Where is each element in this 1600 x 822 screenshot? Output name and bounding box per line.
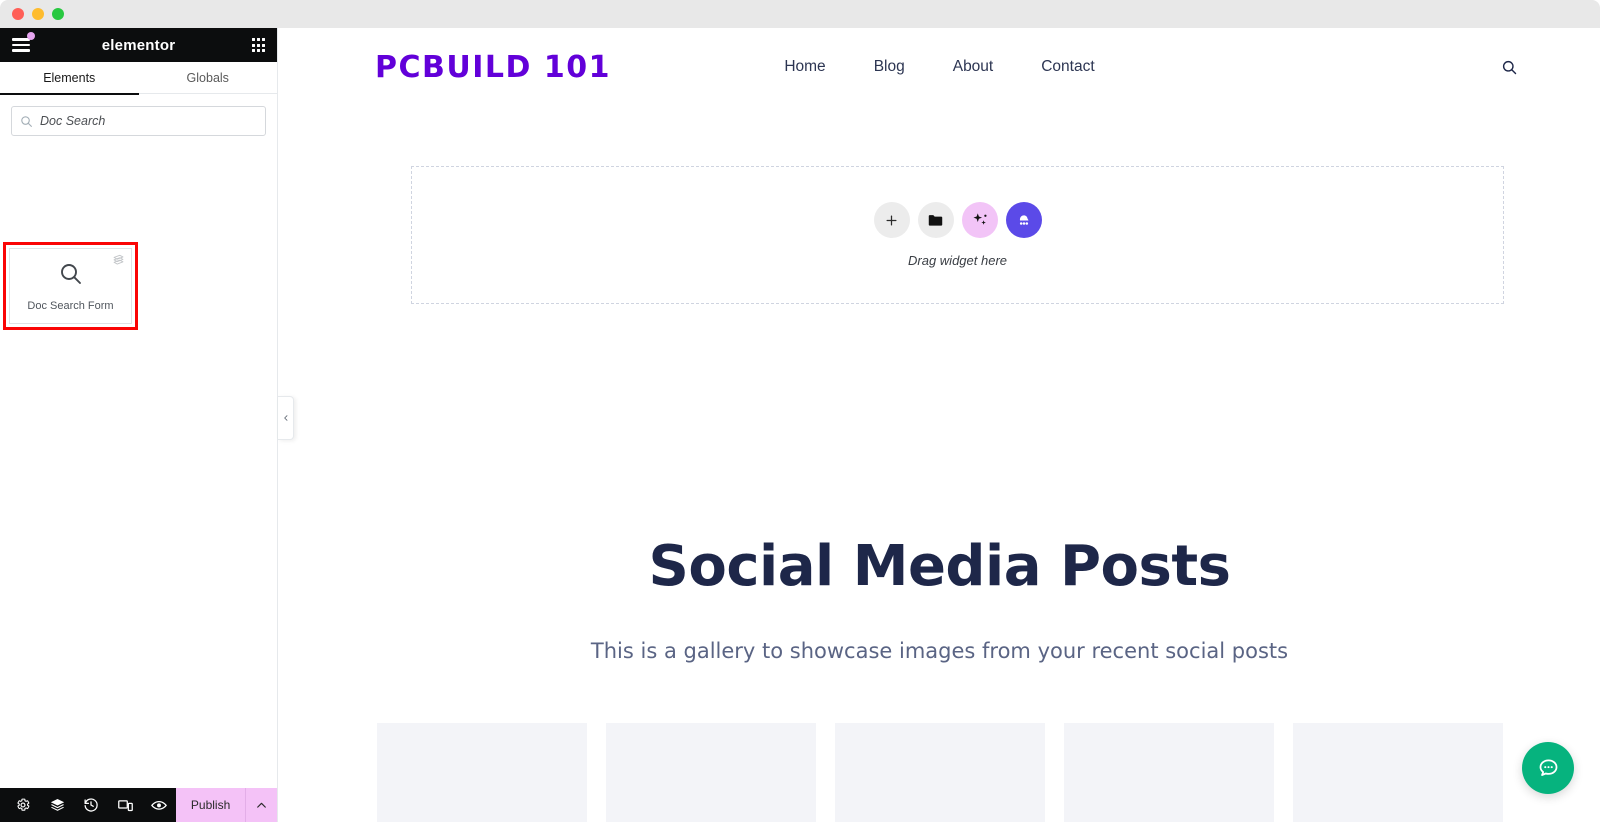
widget-search-box[interactable] xyxy=(11,106,266,136)
nav-item-contact[interactable]: Contact xyxy=(1041,58,1094,76)
responsive-mode-icon[interactable] xyxy=(108,788,142,822)
add-template-button[interactable] xyxy=(917,202,954,238)
hamburger-icon[interactable] xyxy=(12,32,35,55)
nav-item-home[interactable]: Home xyxy=(784,58,825,76)
plus-icon xyxy=(886,215,897,225)
elementor-editor-window: elementor Elements Globals Doc Search Do… xyxy=(0,0,1600,822)
magnifier-icon xyxy=(59,262,83,291)
widget-highlight-box: Doc Search Form xyxy=(3,242,138,330)
nav-item-blog[interactable]: Blog xyxy=(874,58,905,76)
elementor-left-panel: elementor Elements Globals Doc Search Do… xyxy=(0,28,278,822)
window-close-button[interactable] xyxy=(12,8,24,20)
elementor-apps-icon xyxy=(1019,215,1028,225)
chat-widget-button[interactable] xyxy=(1522,742,1574,794)
folder-icon xyxy=(928,214,943,226)
history-clock-icon[interactable] xyxy=(74,788,108,822)
elementor-brand-label: elementor xyxy=(101,36,176,54)
gallery-item[interactable] xyxy=(376,723,587,822)
preview-eye-icon[interactable] xyxy=(142,788,176,822)
preview-canvas: PCBUILD 101 Home Blog About Contact Drag… xyxy=(279,28,1600,822)
settings-gear-icon[interactable] xyxy=(6,788,40,822)
social-media-section: Social Media Posts This is a gallery to … xyxy=(279,534,1600,822)
window-maximize-button[interactable] xyxy=(52,8,64,20)
dropzone-label: Drag widget here xyxy=(908,253,1007,268)
widget-doc-search-form[interactable]: Doc Search Form xyxy=(9,248,132,324)
publish-options-chevron-up-icon[interactable] xyxy=(245,788,277,822)
section-subtitle: This is a gallery to showcase images fro… xyxy=(590,639,1289,663)
add-element-button[interactable] xyxy=(873,202,910,238)
publish-button[interactable]: Publish xyxy=(176,788,246,822)
panel-collapse-handle[interactable] xyxy=(278,396,294,440)
site-header: PCBUILD 101 Home Blog About Contact xyxy=(279,28,1600,106)
apps-button[interactable] xyxy=(1005,202,1042,238)
search-icon xyxy=(21,115,32,127)
search-input[interactable] xyxy=(40,114,257,128)
navigator-layers-icon[interactable] xyxy=(40,788,74,822)
window-titlebar xyxy=(0,0,1600,28)
site-logo[interactable]: PCBUILD 101 xyxy=(375,50,611,85)
chevron-left-icon xyxy=(283,415,287,421)
nav-item-about[interactable]: About xyxy=(953,58,994,76)
social-gallery xyxy=(279,723,1600,822)
gallery-item[interactable] xyxy=(834,723,1045,822)
widget-dropzone[interactable]: Drag widget here xyxy=(411,166,1504,304)
section-title: Social Media Posts xyxy=(648,534,1231,599)
dropzone-buttons xyxy=(873,202,1042,238)
panel-header: elementor xyxy=(0,28,277,62)
sparkle-ai-icon xyxy=(972,213,987,225)
tab-globals[interactable]: Globals xyxy=(139,62,278,94)
panel-tabs: Elements Globals xyxy=(0,62,278,95)
notification-dot-icon xyxy=(27,32,35,40)
gallery-item[interactable] xyxy=(1063,723,1274,822)
ai-button[interactable] xyxy=(961,202,998,238)
gallery-item[interactable] xyxy=(1292,723,1503,822)
tab-elements[interactable]: Elements xyxy=(0,62,139,95)
widget-label: Doc Search Form xyxy=(27,300,114,312)
panel-body: Doc Search Form xyxy=(0,94,277,788)
chat-bubble-icon xyxy=(1539,758,1557,776)
header-search-icon[interactable] xyxy=(1501,59,1544,76)
panel-footer-icons xyxy=(0,788,176,822)
window-minimize-button[interactable] xyxy=(32,8,44,20)
site-nav: Home Blog About Contact xyxy=(784,58,1094,76)
gallery-item[interactable] xyxy=(605,723,816,822)
pro-badge-icon xyxy=(113,254,124,265)
panel-footer: Publish xyxy=(0,788,277,822)
grid-apps-icon[interactable] xyxy=(251,38,265,52)
